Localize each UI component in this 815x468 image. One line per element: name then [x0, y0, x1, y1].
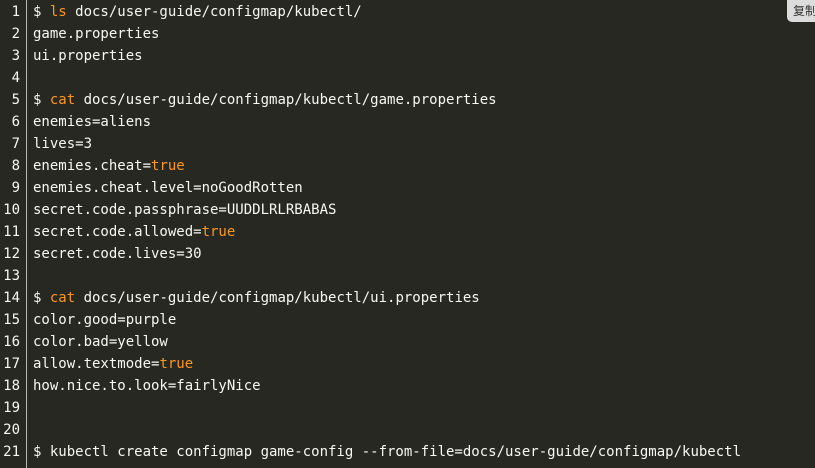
code-token: secret.code.passphrase=UUDDLRLRBABAS — [33, 202, 337, 218]
line-number: 16 — [3, 334, 20, 350]
line-number: 11 — [3, 224, 20, 240]
code-token: game.properties — [33, 26, 160, 42]
code-token: docs/user-guide/configmap/kubectl/ui.pro… — [75, 290, 480, 306]
code-text: color.bad=yellow — [33, 331, 168, 353]
code-text: $ cat docs/user-guide/configmap/kubectl/… — [33, 89, 497, 111]
keyword-token: cat — [49, 290, 76, 306]
code-text: secret.code.passphrase=UUDDLRLRBABAS — [33, 199, 336, 221]
code-token: $ — [33, 92, 50, 108]
line-number: 7 — [11, 136, 20, 152]
code-token: $ — [33, 4, 50, 20]
line-number: 9 — [11, 180, 20, 196]
code-text: ui.properties — [33, 45, 143, 67]
line-number: 21 — [3, 444, 20, 460]
line-number: 8 — [11, 158, 20, 174]
line-number: 20 — [3, 422, 20, 438]
code-token: $ kubectl create configmap game-config -… — [33, 444, 742, 460]
keyword-token: true — [151, 158, 185, 174]
code-block: 1 $ ls docs/user-guide/configmap/kubectl/… — [0, 0, 815, 468]
line-number: 2 — [11, 26, 20, 42]
line-number: 12 — [3, 246, 20, 262]
code-text: secret.code.allowed=true — [33, 221, 235, 243]
code-text: color.good=purple — [33, 309, 176, 331]
code-text: enemies.cheat=true — [33, 155, 185, 177]
copy-button[interactable]: 复制 — [787, 0, 815, 22]
code-token: how.nice.to.look=fairlyNice — [33, 378, 261, 394]
code-token: color.good=purple — [33, 312, 177, 328]
code-token: $ — [33, 290, 50, 306]
code-token: secret.code.lives=30 — [33, 246, 202, 262]
code-token: enemies=aliens — [33, 114, 152, 130]
code-token: enemies.cheat.level=noGoodRotten — [33, 180, 303, 196]
code-text: $ kubectl create configmap game-config -… — [33, 441, 741, 463]
code-text: secret.code.lives=30 — [33, 243, 202, 265]
line-number: 3 — [11, 48, 20, 64]
keyword-token: ls — [49, 4, 67, 20]
code-text: game.properties — [33, 23, 159, 45]
line-number: 1 — [11, 4, 20, 20]
code-text: enemies=aliens — [33, 111, 151, 133]
keyword-token: true — [201, 224, 236, 240]
line-number: 5 — [11, 92, 20, 108]
line-number: 13 — [3, 268, 20, 284]
line-number: 15 — [3, 312, 20, 328]
code-text: $ cat docs/user-guide/configmap/kubectl/… — [33, 287, 480, 309]
code-token: docs/user-guide/configmap/kubectl/game.p… — [75, 92, 497, 108]
code-token: ui.properties — [33, 48, 143, 64]
code-text: enemies.cheat.level=noGoodRotten — [33, 177, 303, 199]
code-token: color.bad=yellow — [33, 334, 168, 350]
code-text: lives=3 — [33, 133, 92, 155]
code-token: lives=3 — [33, 136, 93, 152]
keyword-token: cat — [49, 92, 76, 108]
code-token: enemies.cheat= — [33, 158, 152, 174]
line-number: 17 — [3, 356, 20, 372]
line-number: 14 — [3, 290, 20, 306]
line-number: 6 — [11, 114, 20, 130]
code-text: how.nice.to.look=fairlyNice — [33, 375, 261, 397]
code-text: $ ls docs/user-guide/configmap/kubectl/ — [33, 1, 362, 23]
code-token: secret.code.allowed= — [33, 224, 202, 240]
code-token: allow.textmode= — [33, 356, 160, 372]
code-token: docs/user-guide/configmap/kubectl/ — [66, 4, 362, 20]
line-number: 4 — [11, 70, 20, 86]
line-number: 19 — [3, 400, 20, 416]
keyword-token: true — [159, 356, 194, 372]
line-number: 18 — [3, 378, 20, 394]
code-text: allow.textmode=true — [33, 353, 193, 375]
line-number: 10 — [3, 202, 20, 218]
